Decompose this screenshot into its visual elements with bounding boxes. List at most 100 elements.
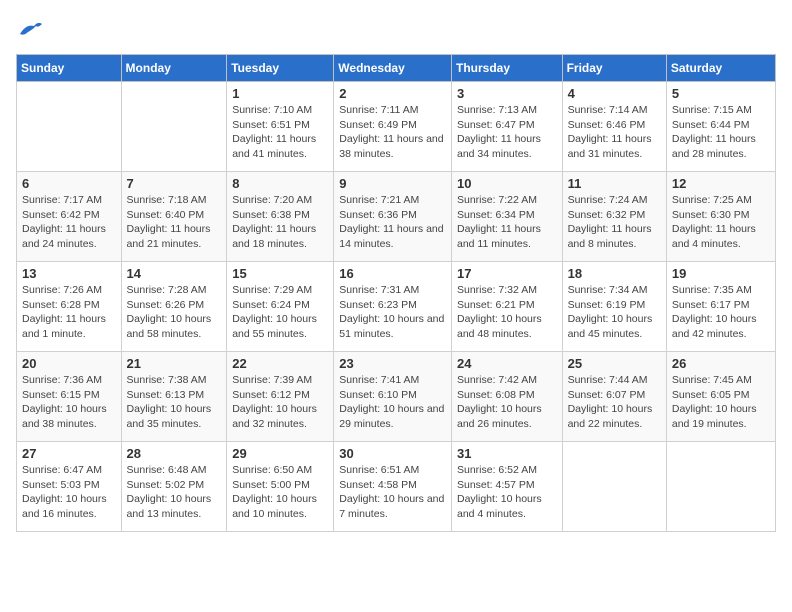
day-info: Sunrise: 6:50 AMSunset: 5:00 PMDaylight:… [232, 463, 328, 522]
calendar-cell: 8 Sunrise: 7:20 AMSunset: 6:38 PMDaylight… [227, 172, 334, 262]
calendar-cell: 18 Sunrise: 7:34 AMSunset: 6:19 PMDayligh… [562, 262, 666, 352]
day-number: 21 [127, 356, 222, 371]
weekday-header: Saturday [666, 55, 775, 82]
day-info: Sunrise: 7:24 AMSunset: 6:32 PMDaylight:… [568, 193, 661, 252]
day-info: Sunrise: 7:11 AMSunset: 6:49 PMDaylight:… [339, 103, 446, 162]
day-info: Sunrise: 7:15 AMSunset: 6:44 PMDaylight:… [672, 103, 770, 162]
calendar-cell: 25Sunrise: 7:44 AMSunset: 6:07 PMDayligh… [562, 352, 666, 442]
weekday-header: Tuesday [227, 55, 334, 82]
calendar-table: SundayMondayTuesdayWednesdayThursdayFrid… [16, 54, 776, 532]
day-number: 14 [127, 266, 222, 281]
day-number: 18 [568, 266, 661, 281]
calendar-cell: 14 Sunrise: 7:28 AMSunset: 6:26 PMDayligh… [121, 262, 227, 352]
calendar-week-row: 27Sunrise: 6:47 AMSunset: 5:03 PMDayligh… [17, 442, 776, 532]
calendar-cell: 12Sunrise: 7:25 AMSunset: 6:30 PMDayligh… [666, 172, 775, 262]
page-header [16, 16, 776, 44]
calendar-cell: 16 Sunrise: 7:31 AMSunset: 6:23 PMDayligh… [334, 262, 452, 352]
day-number: 17 [457, 266, 557, 281]
day-info: Sunrise: 7:41 AMSunset: 6:10 PMDaylight:… [339, 373, 446, 432]
calendar-cell: 31 Sunrise: 6:52 AMSunset: 4:57 PMDayligh… [451, 442, 562, 532]
day-number: 15 [232, 266, 328, 281]
day-number: 23 [339, 356, 446, 371]
calendar-cell: 17Sunrise: 7:32 AMSunset: 6:21 PMDayligh… [451, 262, 562, 352]
day-number: 31 [457, 446, 557, 461]
day-number: 13 [22, 266, 116, 281]
calendar-cell: 24 Sunrise: 7:42 AMSunset: 6:08 PMDayligh… [451, 352, 562, 442]
calendar-cell: 13 Sunrise: 7:26 AMSunset: 6:28 PMDayligh… [17, 262, 122, 352]
day-number: 12 [672, 176, 770, 191]
day-info: Sunrise: 7:26 AMSunset: 6:28 PMDaylight:… [22, 283, 116, 342]
day-info: Sunrise: 6:51 AMSunset: 4:58 PMDaylight:… [339, 463, 446, 522]
weekday-header-row: SundayMondayTuesdayWednesdayThursdayFrid… [17, 55, 776, 82]
day-info: Sunrise: 7:35 AMSunset: 6:17 PMDaylight:… [672, 283, 770, 342]
day-number: 5 [672, 86, 770, 101]
day-info: Sunrise: 7:31 AMSunset: 6:23 PMDaylight:… [339, 283, 446, 342]
day-number: 3 [457, 86, 557, 101]
day-number: 29 [232, 446, 328, 461]
day-info: Sunrise: 7:38 AMSunset: 6:13 PMDaylight:… [127, 373, 222, 432]
calendar-cell: 7 Sunrise: 7:18 AMSunset: 6:40 PMDaylight… [121, 172, 227, 262]
weekday-header: Sunday [17, 55, 122, 82]
day-number: 8 [232, 176, 328, 191]
day-number: 20 [22, 356, 116, 371]
calendar-cell: 9Sunrise: 7:21 AMSunset: 6:36 PMDaylight… [334, 172, 452, 262]
calendar-week-row: 6Sunrise: 7:17 AMSunset: 6:42 PMDaylight… [17, 172, 776, 262]
calendar-cell: 21 Sunrise: 7:38 AMSunset: 6:13 PMDayligh… [121, 352, 227, 442]
day-number: 11 [568, 176, 661, 191]
calendar-cell: 2Sunrise: 7:11 AMSunset: 6:49 PMDaylight… [334, 82, 452, 172]
weekday-header: Monday [121, 55, 227, 82]
calendar-week-row: 1 Sunrise: 7:10 AMSunset: 6:51 PMDaylight… [17, 82, 776, 172]
calendar-cell [17, 82, 122, 172]
calendar-cell: 27Sunrise: 6:47 AMSunset: 5:03 PMDayligh… [17, 442, 122, 532]
day-number: 16 [339, 266, 446, 281]
logo [16, 16, 48, 44]
day-info: Sunrise: 7:10 AMSunset: 6:51 PMDaylight:… [232, 103, 328, 162]
weekday-header: Thursday [451, 55, 562, 82]
calendar-cell: 20 Sunrise: 7:36 AMSunset: 6:15 PMDayligh… [17, 352, 122, 442]
calendar-cell: 26 Sunrise: 7:45 AMSunset: 6:05 PMDayligh… [666, 352, 775, 442]
day-info: Sunrise: 7:45 AMSunset: 6:05 PMDaylight:… [672, 373, 770, 432]
day-info: Sunrise: 7:34 AMSunset: 6:19 PMDaylight:… [568, 283, 661, 342]
calendar-cell: 22 Sunrise: 7:39 AMSunset: 6:12 PMDayligh… [227, 352, 334, 442]
calendar-cell [121, 82, 227, 172]
calendar-week-row: 13 Sunrise: 7:26 AMSunset: 6:28 PMDayligh… [17, 262, 776, 352]
day-info: Sunrise: 7:21 AMSunset: 6:36 PMDaylight:… [339, 193, 446, 252]
calendar-cell: 10 Sunrise: 7:22 AMSunset: 6:34 PMDayligh… [451, 172, 562, 262]
day-info: Sunrise: 7:14 AMSunset: 6:46 PMDaylight:… [568, 103, 661, 162]
day-number: 30 [339, 446, 446, 461]
calendar-cell [562, 442, 666, 532]
calendar-cell: 6Sunrise: 7:17 AMSunset: 6:42 PMDaylight… [17, 172, 122, 262]
day-number: 24 [457, 356, 557, 371]
calendar-cell: 3Sunrise: 7:13 AMSunset: 6:47 PMDaylight… [451, 82, 562, 172]
day-info: Sunrise: 6:48 AMSunset: 5:02 PMDaylight:… [127, 463, 222, 522]
day-number: 19 [672, 266, 770, 281]
day-number: 1 [232, 86, 328, 101]
calendar-cell: 4Sunrise: 7:14 AMSunset: 6:46 PMDaylight… [562, 82, 666, 172]
calendar-cell: 28Sunrise: 6:48 AMSunset: 5:02 PMDayligh… [121, 442, 227, 532]
day-number: 22 [232, 356, 328, 371]
calendar-cell: 29 Sunrise: 6:50 AMSunset: 5:00 PMDayligh… [227, 442, 334, 532]
day-info: Sunrise: 7:22 AMSunset: 6:34 PMDaylight:… [457, 193, 557, 252]
day-number: 10 [457, 176, 557, 191]
day-number: 7 [127, 176, 222, 191]
day-info: Sunrise: 7:18 AMSunset: 6:40 PMDaylight:… [127, 193, 222, 252]
day-info: Sunrise: 7:29 AMSunset: 6:24 PMDaylight:… [232, 283, 328, 342]
day-info: Sunrise: 7:36 AMSunset: 6:15 PMDaylight:… [22, 373, 116, 432]
day-info: Sunrise: 7:28 AMSunset: 6:26 PMDaylight:… [127, 283, 222, 342]
day-number: 6 [22, 176, 116, 191]
calendar-cell: 11 Sunrise: 7:24 AMSunset: 6:32 PMDayligh… [562, 172, 666, 262]
day-info: Sunrise: 7:42 AMSunset: 6:08 PMDaylight:… [457, 373, 557, 432]
calendar-cell: 23 Sunrise: 7:41 AMSunset: 6:10 PMDayligh… [334, 352, 452, 442]
day-info: Sunrise: 7:20 AMSunset: 6:38 PMDaylight:… [232, 193, 328, 252]
calendar-cell: 15 Sunrise: 7:29 AMSunset: 6:24 PMDayligh… [227, 262, 334, 352]
day-info: Sunrise: 7:39 AMSunset: 6:12 PMDaylight:… [232, 373, 328, 432]
day-number: 26 [672, 356, 770, 371]
day-number: 25 [568, 356, 661, 371]
calendar-cell: 1 Sunrise: 7:10 AMSunset: 6:51 PMDaylight… [227, 82, 334, 172]
calendar-cell: 5 Sunrise: 7:15 AMSunset: 6:44 PMDaylight… [666, 82, 775, 172]
weekday-header: Wednesday [334, 55, 452, 82]
logo-icon [16, 16, 44, 44]
day-info: Sunrise: 6:52 AMSunset: 4:57 PMDaylight:… [457, 463, 557, 522]
calendar-week-row: 20 Sunrise: 7:36 AMSunset: 6:15 PMDayligh… [17, 352, 776, 442]
weekday-header: Friday [562, 55, 666, 82]
